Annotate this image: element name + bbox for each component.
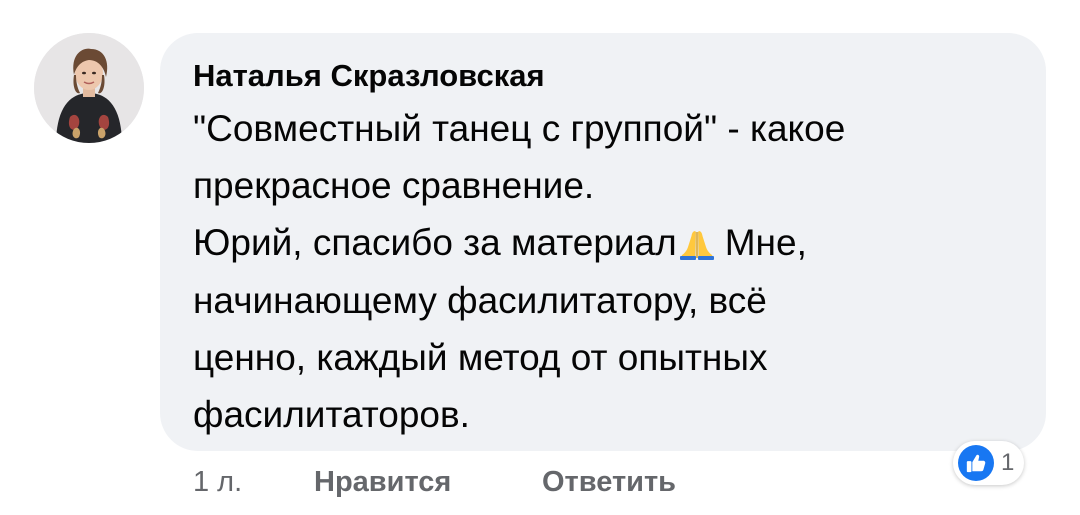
avatar[interactable] — [34, 33, 144, 143]
comment-text-line: фасилитаторов. — [193, 394, 470, 435]
thumbs-up-icon — [958, 445, 994, 481]
comment-timestamp[interactable]: 1 л. — [193, 464, 242, 500]
like-button[interactable]: Нравится — [314, 464, 451, 500]
folded-hands-icon — [679, 225, 715, 271]
comment-text-segment: Юрий, спасибо за материал — [193, 222, 677, 263]
reply-button[interactable]: Ответить — [542, 464, 676, 500]
comment-text-segment: Мне, — [724, 222, 807, 263]
comment-author[interactable]: Наталья Скразловская — [193, 58, 545, 94]
comment-text-line: начинающему фасилитатору, всё — [193, 280, 767, 321]
comment-text-line: Юрий, спасибо за материал Мне, — [193, 221, 807, 271]
reaction-count: 1 — [1001, 449, 1015, 476]
comment-text-line: "Совместный танец с группой" - какое — [193, 108, 846, 149]
comment-text-line: прекрасное сравнение. — [193, 165, 595, 206]
reactions-badge[interactable]: 1 — [953, 441, 1025, 485]
comment-text-line: ценно, каждый метод от опытных — [193, 337, 768, 378]
